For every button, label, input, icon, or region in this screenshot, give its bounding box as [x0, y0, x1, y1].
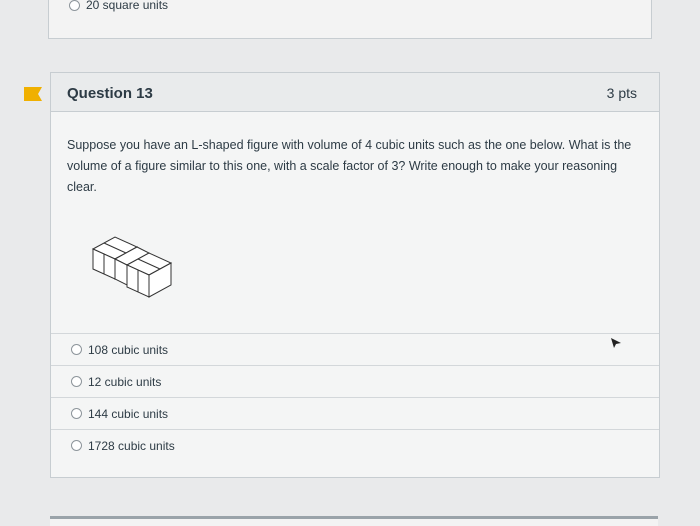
bookmark-flag-icon[interactable]	[24, 87, 42, 101]
l-shaped-cubes-figure-icon	[91, 236, 173, 298]
answer-label: 144 cubic units	[88, 406, 169, 421]
answer-option[interactable]: 12 cubic units	[51, 365, 659, 397]
answer-option[interactable]: 108 cubic units	[51, 333, 659, 365]
radio-button[interactable]	[69, 0, 80, 11]
answer-label: 12 cubic units	[88, 374, 162, 389]
question-title: Question 13	[67, 85, 153, 102]
previous-answer-label: 20 square units	[86, 0, 169, 12]
radio-button[interactable]	[71, 376, 82, 387]
question-points: 3 pts	[606, 85, 637, 101]
answer-label: 108 cubic units	[88, 342, 169, 357]
answer-list: 108 cubic units 12 cubic units 144 cubic…	[51, 333, 659, 461]
quiz-page: 20 square units Question 13 3 pts Suppos…	[0, 0, 700, 526]
mouse-cursor-icon	[611, 338, 621, 348]
radio-button[interactable]	[71, 408, 82, 419]
radio-button[interactable]	[71, 440, 82, 451]
question-header: Question 13 3 pts	[51, 73, 659, 112]
answer-label: 1728 cubic units	[88, 438, 175, 453]
question-text: Suppose you have an L-shaped figure with…	[67, 138, 632, 194]
answer-option[interactable]: 1728 cubic units	[51, 429, 659, 461]
previous-question-card: 20 square units	[48, 0, 652, 39]
next-question-card	[50, 516, 658, 526]
radio-button[interactable]	[71, 344, 82, 355]
previous-answer-option[interactable]: 20 square units	[69, 0, 168, 12]
question-card: Question 13 3 pts Suppose you have an L-…	[50, 72, 660, 478]
answer-option[interactable]: 144 cubic units	[51, 397, 659, 429]
